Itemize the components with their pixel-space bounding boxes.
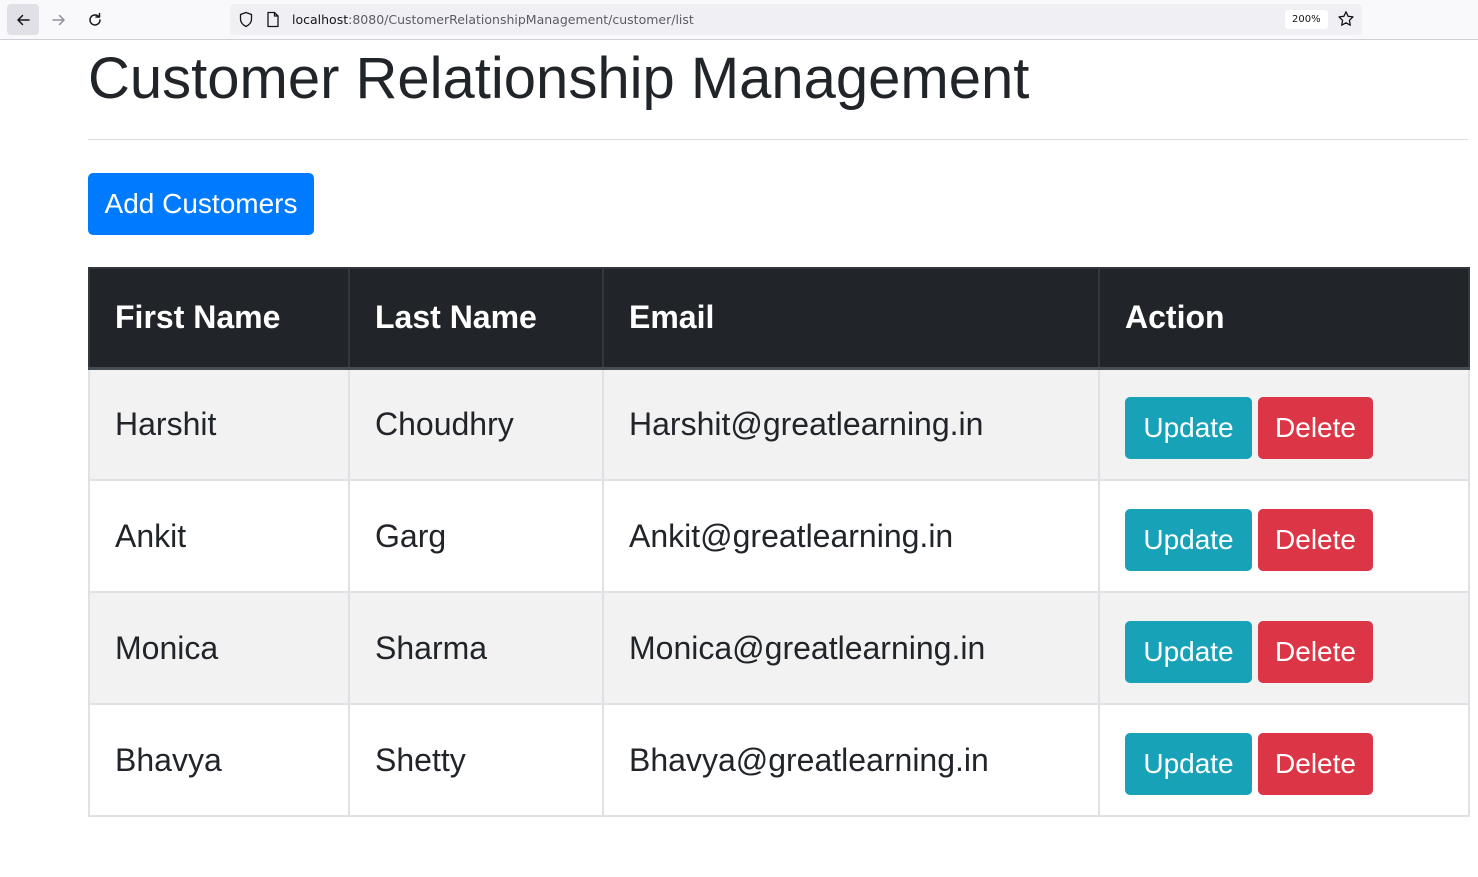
last-name-cell: Shetty bbox=[348, 703, 604, 817]
url-bar[interactable]: localhost:8080/CustomerRelationshipManag… bbox=[230, 4, 1362, 35]
email-cell: Monica@greatlearning.in bbox=[602, 591, 1100, 705]
divider bbox=[88, 139, 1468, 140]
action-cell: Update Delete bbox=[1098, 367, 1470, 481]
back-arrow-icon bbox=[17, 14, 30, 25]
page-icon[interactable] bbox=[266, 11, 280, 28]
table-row: Monica Sharma Monica@greatlearning.in Up… bbox=[88, 591, 1470, 705]
email-cell: Bhavya@greatlearning.in bbox=[602, 703, 1100, 817]
header-email: Email bbox=[602, 267, 1100, 370]
last-name-cell: Garg bbox=[348, 479, 604, 593]
email-cell: Harshit@greatlearning.in bbox=[602, 367, 1100, 481]
reload-button[interactable] bbox=[79, 4, 111, 35]
url-path: :8080/CustomerRelationshipManagement/cus… bbox=[348, 12, 694, 27]
add-customers-button[interactable]: Add Customers bbox=[88, 173, 314, 235]
last-name-cell: Sharma bbox=[348, 591, 604, 705]
forward-arrow-icon bbox=[52, 14, 65, 25]
first-name-cell: Bhavya bbox=[88, 703, 350, 817]
star-icon[interactable] bbox=[1337, 10, 1355, 28]
table-row: Bhavya Shetty Bhavya@greatlearning.in Up… bbox=[88, 703, 1470, 817]
delete-button[interactable]: Delete bbox=[1258, 733, 1373, 795]
first-name-cell: Ankit bbox=[88, 479, 350, 593]
url-host: localhost bbox=[292, 12, 349, 27]
action-cell: Update Delete bbox=[1098, 703, 1470, 817]
browser-toolbar: localhost:8080/CustomerRelationshipManag… bbox=[0, 0, 1478, 40]
url-text[interactable]: localhost:8080/CustomerRelationshipManag… bbox=[292, 12, 694, 27]
header-last-name: Last Name bbox=[348, 267, 604, 370]
first-name-cell: Harshit bbox=[88, 367, 350, 481]
header-action: Action bbox=[1098, 267, 1470, 370]
forward-button[interactable] bbox=[43, 4, 75, 35]
shield-icon[interactable] bbox=[238, 11, 254, 28]
zoom-badge[interactable]: 200% bbox=[1285, 10, 1328, 29]
action-cell: Update Delete bbox=[1098, 479, 1470, 593]
reload-icon bbox=[89, 12, 101, 26]
customer-table: First Name Last Name Email Action Harshi… bbox=[88, 267, 1470, 817]
delete-button[interactable]: Delete bbox=[1258, 621, 1373, 683]
delete-button[interactable]: Delete bbox=[1258, 397, 1373, 460]
back-button[interactable] bbox=[7, 4, 39, 35]
update-button[interactable]: Update bbox=[1125, 397, 1252, 460]
update-button[interactable]: Update bbox=[1125, 509, 1252, 571]
table-row: Harshit Choudhry Harshit@greatlearning.i… bbox=[88, 367, 1470, 481]
delete-button[interactable]: Delete bbox=[1258, 509, 1373, 571]
email-cell: Ankit@greatlearning.in bbox=[602, 479, 1100, 593]
action-cell: Update Delete bbox=[1098, 591, 1470, 705]
header-first-name: First Name bbox=[88, 267, 350, 370]
update-button[interactable]: Update bbox=[1125, 621, 1252, 683]
page-title: Customer Relationship Management bbox=[88, 46, 1030, 111]
last-name-cell: Choudhry bbox=[348, 367, 604, 481]
table-row: Ankit Garg Ankit@greatlearning.in Update… bbox=[88, 479, 1470, 593]
first-name-cell: Monica bbox=[88, 591, 350, 705]
table-header-row: First Name Last Name Email Action bbox=[88, 267, 1470, 370]
update-button[interactable]: Update bbox=[1125, 733, 1252, 795]
